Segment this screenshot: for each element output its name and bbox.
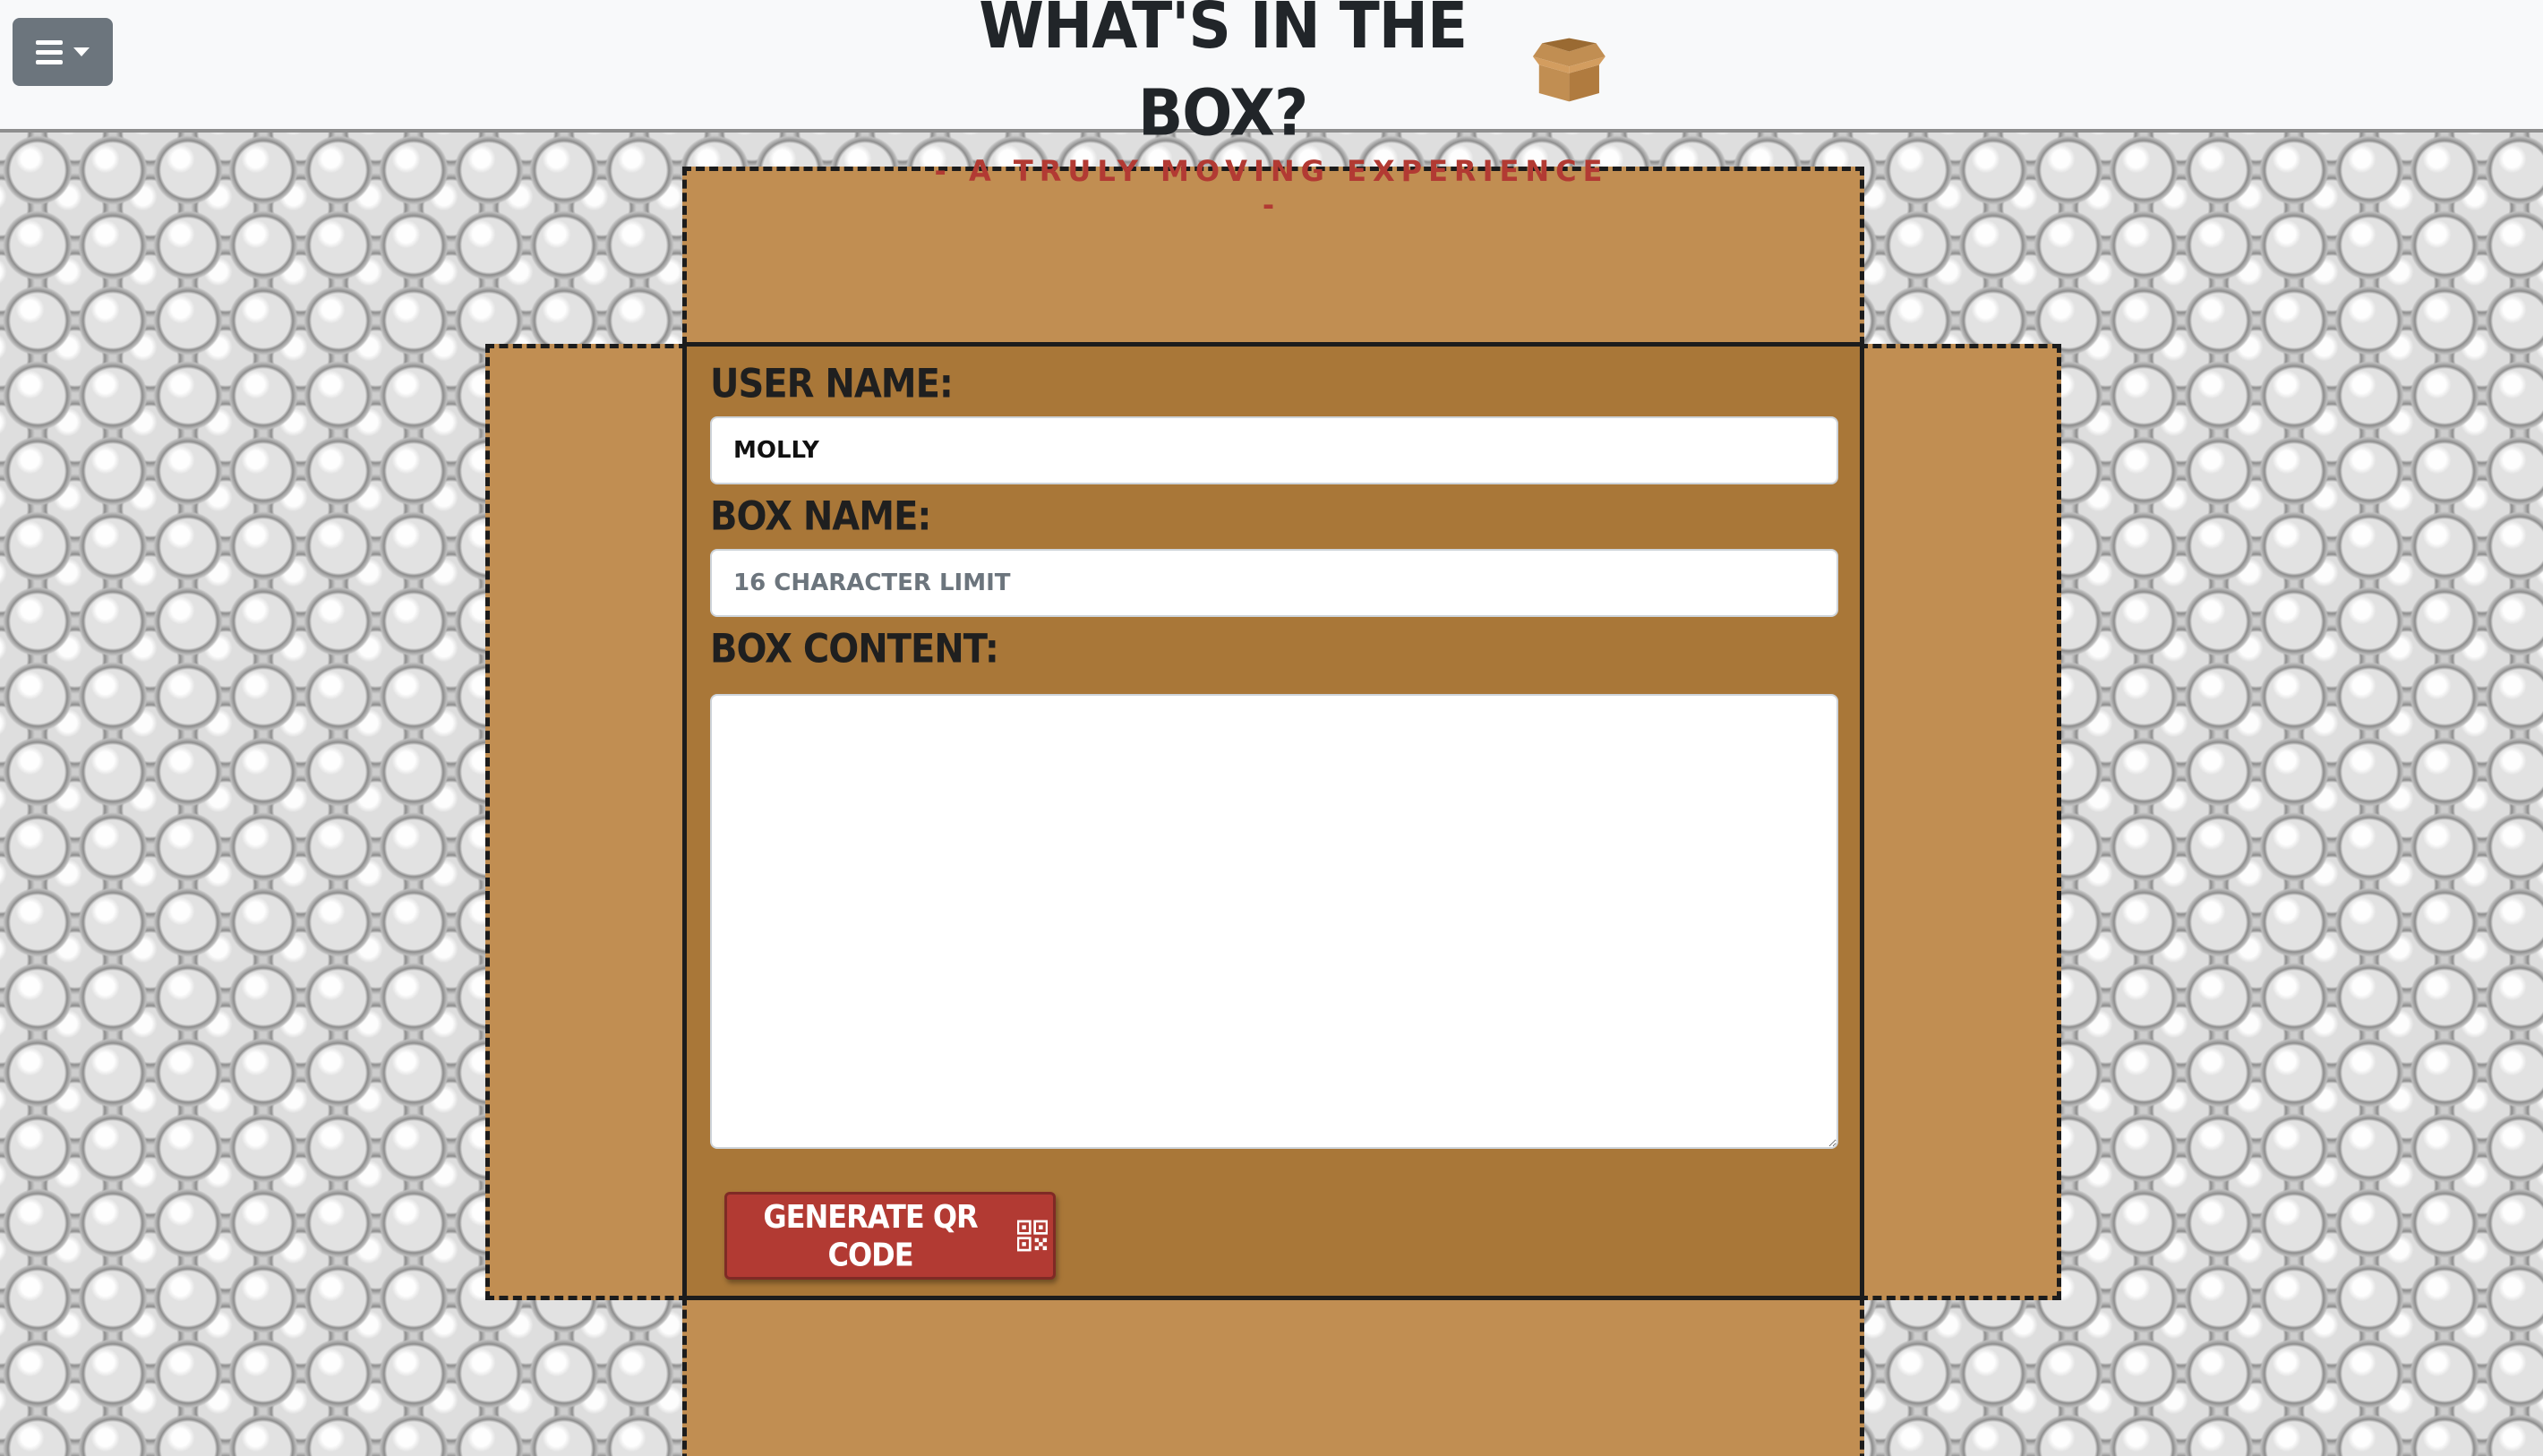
generate-qr-code-label: GENERATE QR CODE <box>763 1197 978 1274</box>
page-title: WHAT'S IN THE BOX? <box>979 0 1468 150</box>
hamburger-icon <box>36 39 63 64</box>
box-name-input[interactable] <box>710 549 1838 617</box>
generate-qr-code-button[interactable]: GENERATE QR CODE <box>724 1192 1056 1280</box>
box-name-label: BOX NAME: <box>710 493 931 540</box>
menu-dropdown-button[interactable] <box>13 18 113 86</box>
page-title-row: WHAT'S IN THE BOX? <box>931 0 1612 157</box>
brand: WHAT'S IN THE BOX? - A TRULY MOVING EXPE… <box>931 0 1612 222</box>
top-navbar: WHAT'S IN THE BOX? - A TRULY MOVING EXPE… <box>0 0 2543 222</box>
page-subtitle: - A TRULY MOVING EXPERIENCE - <box>934 154 1609 222</box>
qr-code-icon <box>1017 1220 1048 1252</box>
box-content-label: BOX CONTENT: <box>710 626 999 672</box>
box-content-textarea[interactable] <box>710 694 1838 1149</box>
box-flap-bottom <box>682 1297 1864 1456</box>
box-form-panel: USER NAME: BOX NAME: BOX CONTENT: GENERA… <box>682 342 1864 1300</box>
box-flap-left <box>485 344 688 1300</box>
user-name-input[interactable] <box>710 416 1838 484</box>
box-flap-right <box>1859 344 2061 1300</box>
open-box-icon <box>1533 38 1606 102</box>
user-name-label: USER NAME: <box>710 361 954 407</box>
caret-down-icon <box>73 47 90 56</box>
